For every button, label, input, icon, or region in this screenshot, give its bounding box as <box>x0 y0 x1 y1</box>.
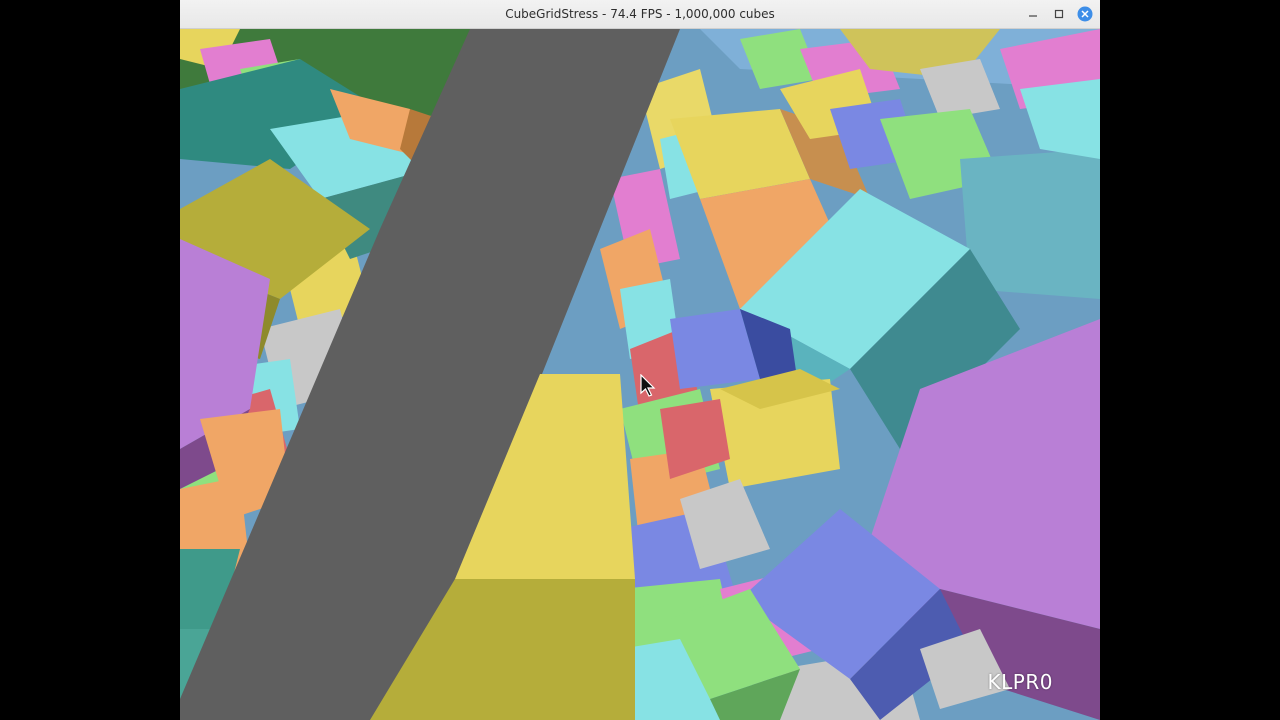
watermark-text: KLPR0 <box>987 670 1053 694</box>
mouse-cursor-icon <box>640 374 656 397</box>
window-controls <box>1024 5 1094 23</box>
app-window[interactable]: CubeGridStress - 74.4 FPS - 1,000,000 cu… <box>180 0 1100 720</box>
maximize-icon <box>1054 9 1064 19</box>
minimize-icon <box>1029 15 1037 17</box>
close-icon <box>1077 6 1093 22</box>
maximize-button[interactable] <box>1050 5 1068 23</box>
title-bar[interactable]: CubeGridStress - 74.4 FPS - 1,000,000 cu… <box>180 0 1100 29</box>
window-title: CubeGridStress - 74.4 FPS - 1,000,000 cu… <box>505 7 775 21</box>
render-viewport[interactable]: KLPR0 <box>180 29 1100 720</box>
minimize-button[interactable] <box>1024 5 1042 23</box>
close-button[interactable] <box>1076 5 1094 23</box>
desktop: CubeGridStress - 74.4 FPS - 1,000,000 cu… <box>0 0 1280 720</box>
